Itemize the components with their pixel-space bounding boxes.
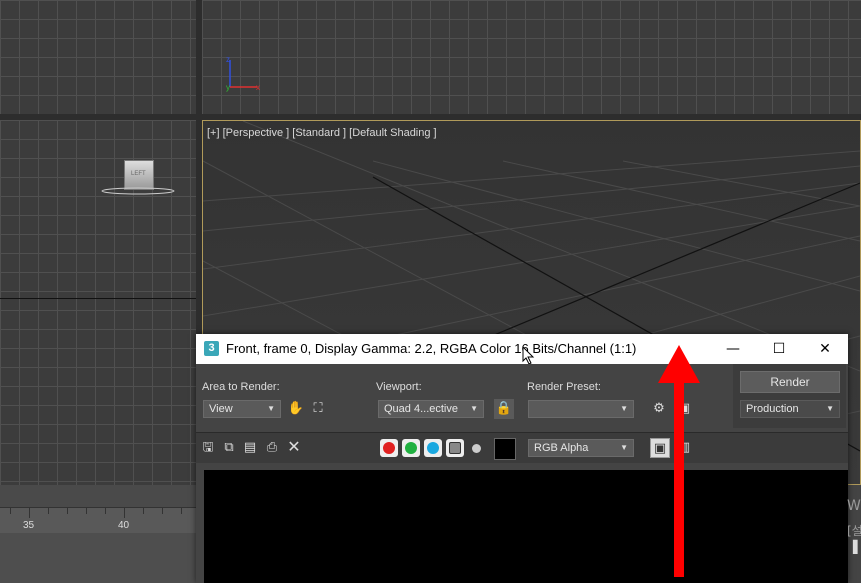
color-swatch[interactable] [494, 438, 516, 460]
window-title: Front, frame 0, Display Gamma: 2.2, RGBA… [226, 341, 637, 356]
view-cube-label: LEFT [131, 171, 146, 177]
tick-label: 40 [118, 520, 130, 531]
time-ruler[interactable]: 35 40 [0, 507, 196, 534]
desktop-edge-text: ▌ [853, 540, 861, 554]
edit-region-icon[interactable]: ✋ [286, 399, 306, 419]
production-value: Production [746, 403, 799, 415]
chevron-down-icon: ▼ [826, 404, 834, 413]
print-icon[interactable]: ⎙ [262, 438, 282, 458]
viewport-label[interactable]: [+] [Perspective ] [Standard ] [Default … [207, 127, 437, 139]
axis-line [0, 298, 196, 299]
mouse-cursor-icon [522, 346, 535, 365]
viewport-value: Quad 4...ective [384, 403, 458, 415]
auto-region-icon[interactable]: ⛶ [308, 399, 328, 419]
render-preset-dropdown[interactable]: ▼ [528, 400, 634, 418]
blue-channel-icon [427, 442, 439, 454]
alpha-channel-icon [449, 442, 461, 454]
red-arrow-annotation [658, 345, 700, 577]
area-to-render-value: View [209, 403, 233, 415]
view-cube-ring-icon [101, 187, 175, 195]
svg-text:x: x [256, 83, 260, 92]
chevron-down-icon: ▼ [620, 443, 628, 452]
chevron-down-icon: ▼ [470, 404, 478, 413]
render-canvas[interactable] [204, 470, 848, 583]
lock-icon[interactable]: 🔒 [494, 399, 514, 419]
channel-display-value: RGB Alpha [534, 442, 589, 454]
area-to-render-label: Area to Render: [202, 381, 280, 393]
left-viewport[interactable]: LEFT [0, 120, 196, 485]
front-viewport[interactable]: z y x [202, 0, 861, 114]
viewport-dropdown[interactable]: Quad 4...ective ▼ [378, 400, 484, 418]
axis-tripod-icon: z y x [226, 55, 260, 92]
desktop-edge-text: [설 [847, 524, 861, 538]
window-titlebar[interactable]: 3 Front, frame 0, Display Gamma: 2.2, RG… [196, 334, 848, 365]
3dsmax-app-icon: 3 [204, 341, 219, 356]
area-to-render-dropdown[interactable]: View ▼ [203, 400, 281, 418]
tick-label: 35 [23, 520, 35, 531]
close-button[interactable]: ✕ [802, 334, 848, 364]
svg-text:y: y [226, 83, 230, 92]
blue-channel-toggle[interactable] [424, 439, 442, 457]
top-viewport[interactable] [0, 0, 196, 114]
red-channel-icon [383, 442, 395, 454]
chevron-down-icon: ▼ [620, 404, 628, 413]
red-channel-toggle[interactable] [380, 439, 398, 457]
frame-buffer-window: 3 Front, frame 0, Display Gamma: 2.2, RG… [196, 334, 848, 583]
desktop-edge-text: W [847, 498, 861, 514]
clear-icon[interactable]: ✕ [284, 437, 304, 457]
production-dropdown[interactable]: Production ▼ [740, 400, 840, 418]
render-button[interactable]: Render [740, 371, 840, 393]
green-channel-toggle[interactable] [402, 439, 420, 457]
chevron-down-icon: ▼ [267, 404, 275, 413]
svg-text:z: z [226, 55, 230, 64]
save-icon[interactable]: 🖫 [198, 438, 218, 458]
alpha-channel-toggle[interactable] [446, 439, 464, 457]
green-channel-icon [405, 442, 417, 454]
channel-display-dropdown[interactable]: RGB Alpha ▼ [528, 439, 634, 457]
render-preset-label: Render Preset: [527, 381, 601, 393]
viewport-label: Viewport: [376, 381, 422, 393]
frame-buffer-toolbar: 🖫 ⧉ ▤ ⎙ ✕ RGB Alpha▼ ▣ ▥ [196, 432, 848, 463]
copy-icon[interactable]: ⧉ [219, 438, 239, 458]
monochrome-icon[interactable] [472, 444, 481, 453]
maximize-button[interactable]: ☐ [756, 334, 802, 364]
clone-icon[interactable]: ▤ [240, 438, 260, 458]
status-bar [0, 533, 196, 583]
